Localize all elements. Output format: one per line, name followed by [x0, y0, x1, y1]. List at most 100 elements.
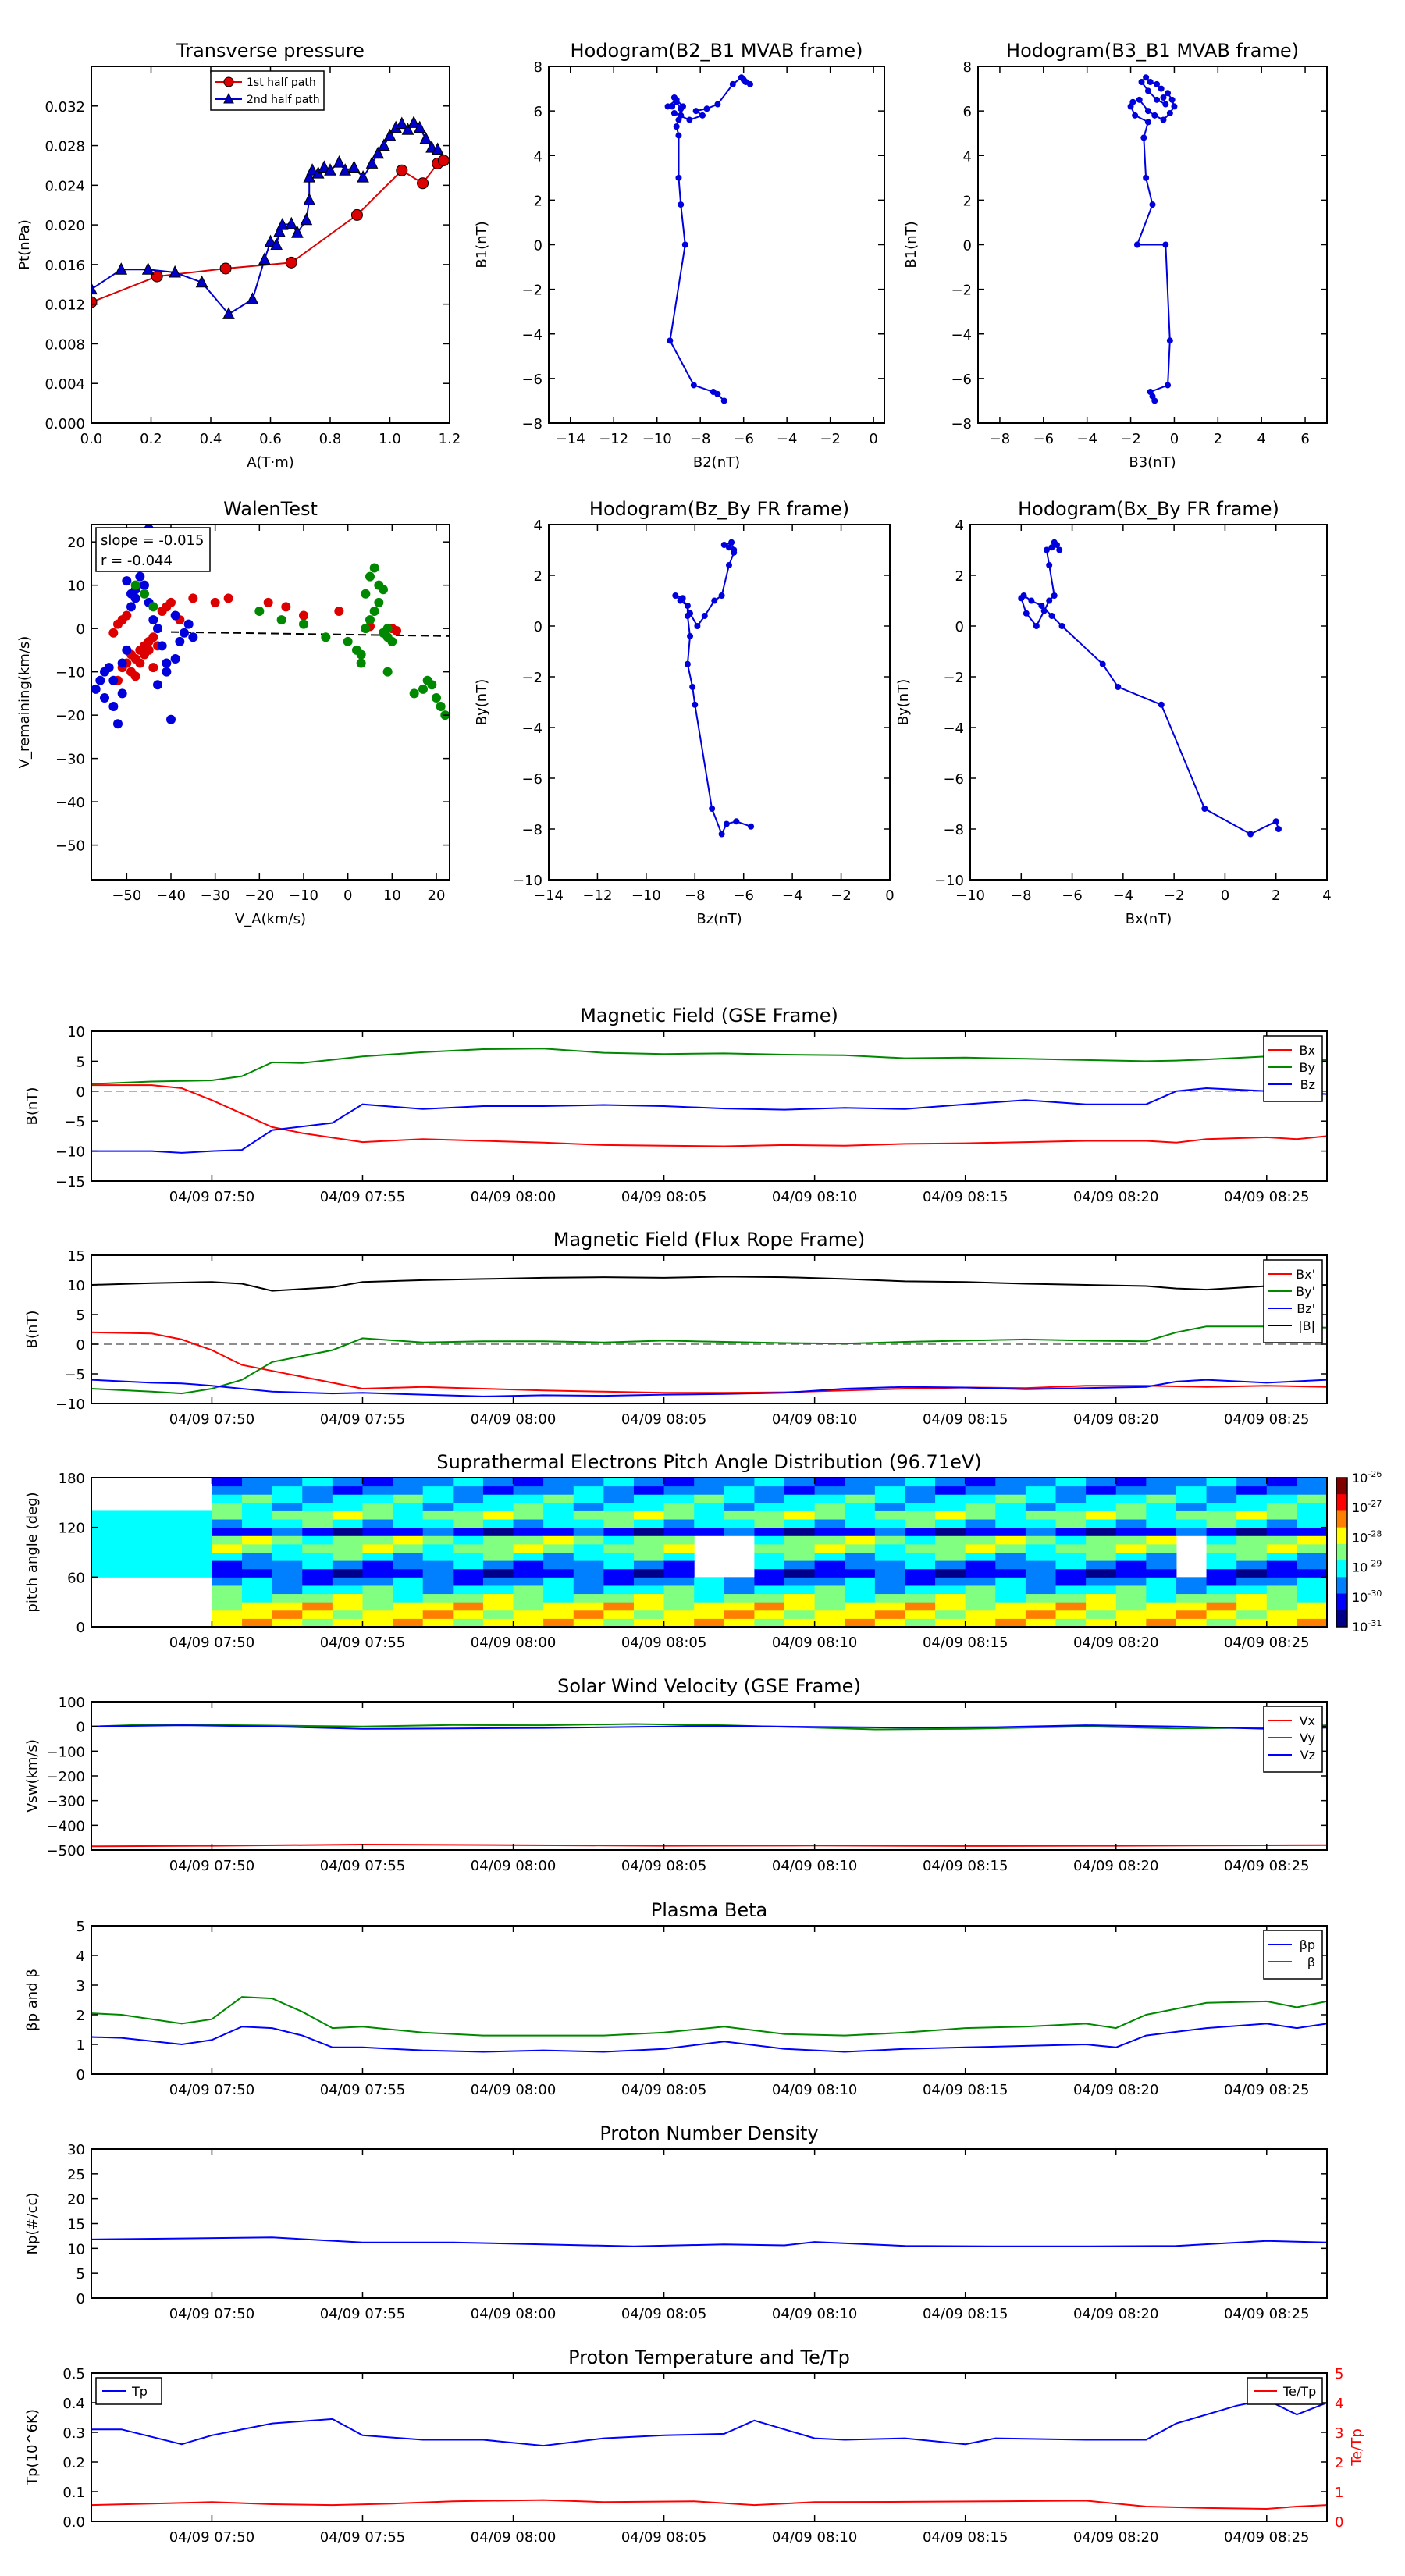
heatmap-cell	[935, 1568, 966, 1578]
data-point	[108, 675, 119, 685]
y-axis-label: B1(nT)	[903, 221, 919, 268]
heatmap-cell	[482, 1560, 514, 1570]
heatmap-cell	[724, 1585, 755, 1595]
data-point	[699, 112, 706, 119]
heatmap-cell	[905, 1610, 936, 1619]
x-tick-label: 04/09 08:00	[471, 1635, 556, 1651]
heatmap-cell	[633, 1478, 665, 1487]
heatmap-cell	[663, 1502, 695, 1511]
heatmap-cell	[393, 1485, 424, 1495]
heatmap-cell	[242, 1543, 273, 1553]
heatmap-cell	[242, 1585, 273, 1595]
heatmap-cell	[1236, 1618, 1268, 1627]
heatmap-cell	[482, 1535, 514, 1545]
heatmap-cell	[1176, 1478, 1208, 1487]
x-tick-label: −6	[733, 431, 754, 447]
data-point	[100, 692, 109, 703]
data-point	[714, 101, 721, 108]
x-tick-label: −20	[244, 888, 274, 904]
heatmap-cell	[1086, 1527, 1117, 1536]
heatmap-cell	[393, 1560, 424, 1570]
heatmap-cell	[845, 1593, 876, 1603]
heatmap-cell	[332, 1478, 363, 1487]
heatmap-cell	[212, 1585, 243, 1595]
y-tick-label: 20	[67, 2192, 85, 2208]
x-tick-label: 04/09 08:25	[1224, 2082, 1309, 2098]
heatmap-cell	[332, 1494, 363, 1503]
heatmap-cell	[1025, 1519, 1057, 1528]
data-point	[254, 606, 265, 616]
heatmap-cell	[482, 1478, 514, 1487]
heatmap-cell	[121, 1552, 152, 1561]
heatmap-cell	[1086, 1485, 1117, 1495]
x-tick-label: 04/09 07:50	[169, 1635, 254, 1651]
heatmap-cell	[543, 1552, 574, 1561]
heatmap-cell	[91, 1560, 123, 1570]
heatmap-cell	[1086, 1577, 1117, 1586]
y-tick-label: 0	[534, 238, 542, 254]
x-tick-label: −2	[831, 888, 852, 904]
y-right-tick-label: 3	[1335, 2425, 1343, 2442]
heatmap-cell	[1297, 1535, 1327, 1545]
chart-title: Solar Wind Velocity (GSE Frame)	[557, 1675, 861, 1697]
heatmap-cell	[212, 1502, 243, 1511]
heatmap-cell	[1206, 1519, 1237, 1528]
heatmap-cell	[905, 1602, 936, 1611]
heatmap-cell	[784, 1568, 816, 1578]
heatmap-cell	[422, 1485, 454, 1495]
heatmap-cell	[874, 1543, 905, 1553]
data-point	[1162, 241, 1169, 248]
y-axis-label: Pt(nPa)	[16, 219, 33, 269]
x-tick-label: −10	[289, 888, 318, 904]
heatmap-cell	[362, 1568, 393, 1578]
colorbar-segment	[1336, 1593, 1347, 1611]
data-point	[711, 597, 718, 604]
x-tick-label: 1.2	[439, 431, 461, 447]
heatmap-cell	[543, 1519, 574, 1528]
heatmap-cell	[905, 1510, 936, 1520]
y-tick-label: 10	[67, 2241, 85, 2258]
heatmap-cell	[1055, 1560, 1087, 1570]
heatmap-cell	[242, 1527, 273, 1536]
data-point	[1275, 826, 1282, 832]
heatmap-cell	[694, 1478, 725, 1487]
heatmap-cell	[302, 1585, 333, 1595]
heatmap-cell	[242, 1502, 273, 1511]
heatmap-cell	[935, 1585, 966, 1595]
y-tick-label: 2	[76, 2008, 85, 2024]
x-tick-label: 4	[1322, 888, 1331, 904]
heatmap-cell	[814, 1478, 845, 1487]
data-point	[387, 636, 397, 646]
heatmap-cell	[845, 1552, 876, 1561]
heatmap-cell	[453, 1502, 484, 1511]
heatmap-cell	[814, 1618, 845, 1627]
heatmap-cell	[845, 1618, 876, 1627]
chart-title: Hodogram(Bx_By FR frame)	[1018, 498, 1279, 520]
colorbar-segment	[1336, 1510, 1347, 1528]
heatmap-cell	[1146, 1535, 1177, 1545]
heatmap-cell	[874, 1552, 905, 1561]
y-tick-label: 0.2	[62, 2455, 85, 2471]
heatmap-cell	[1115, 1510, 1147, 1520]
heatmap-cell	[1086, 1585, 1117, 1595]
heatmap-cell	[663, 1610, 695, 1619]
heatmap-cell	[754, 1543, 785, 1553]
data-point	[299, 610, 308, 621]
y-axis-label: B1(nT)	[474, 221, 490, 268]
y-tick-label: −8	[521, 416, 542, 432]
heatmap-cell	[1266, 1585, 1297, 1595]
y-tick-label: 1	[76, 2037, 85, 2054]
x-tick-label: 04/09 07:50	[169, 2082, 254, 2098]
heatmap-cell	[845, 1485, 876, 1495]
heatmap-cell	[453, 1527, 484, 1536]
heatmap-cell	[845, 1610, 876, 1619]
data-point	[1147, 389, 1154, 396]
heatmap-cell	[845, 1577, 876, 1586]
heatmap-cell	[603, 1478, 635, 1487]
heatmap-cell	[242, 1478, 273, 1487]
heatmap-cell	[663, 1485, 695, 1495]
heatmap-cell	[393, 1510, 424, 1520]
heatmap-cell	[1266, 1577, 1297, 1586]
heatmap-cell	[1086, 1510, 1117, 1520]
x-tick-label: −8	[990, 431, 1011, 447]
